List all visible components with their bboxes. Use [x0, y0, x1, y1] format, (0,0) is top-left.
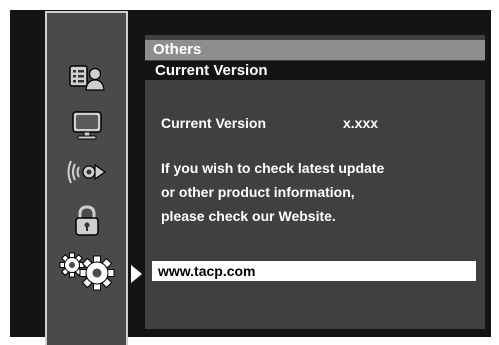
breadcrumb-others: Others [145, 40, 485, 60]
version-value: x.xxx [343, 115, 379, 131]
display-person-icon [68, 65, 105, 91]
sidebar-item-others[interactable] [47, 251, 126, 291]
breadcrumb-current-version: Current Version [145, 61, 485, 80]
lock-icon [74, 205, 99, 236]
selection-arrow-icon [131, 265, 142, 283]
gears-icon [59, 252, 114, 291]
sidebar-item-picture[interactable] [47, 105, 126, 145]
monitor-icon [71, 111, 102, 140]
speaker-sound-icon [67, 160, 106, 184]
message-line-1: If you wish to check latest update [161, 160, 385, 176]
website-url-row[interactable]: www.tacp.com [152, 261, 476, 281]
version-label: Current Version [161, 115, 267, 131]
message-line-3: please check our Website. [161, 208, 336, 224]
sidebar-item-lock[interactable] [47, 201, 126, 241]
sidebar-item-display[interactable] [47, 57, 126, 97]
sidebar-item-sound[interactable] [47, 152, 126, 192]
sidebar-menu [45, 11, 128, 345]
message-line-2: or other product information, [161, 184, 355, 200]
